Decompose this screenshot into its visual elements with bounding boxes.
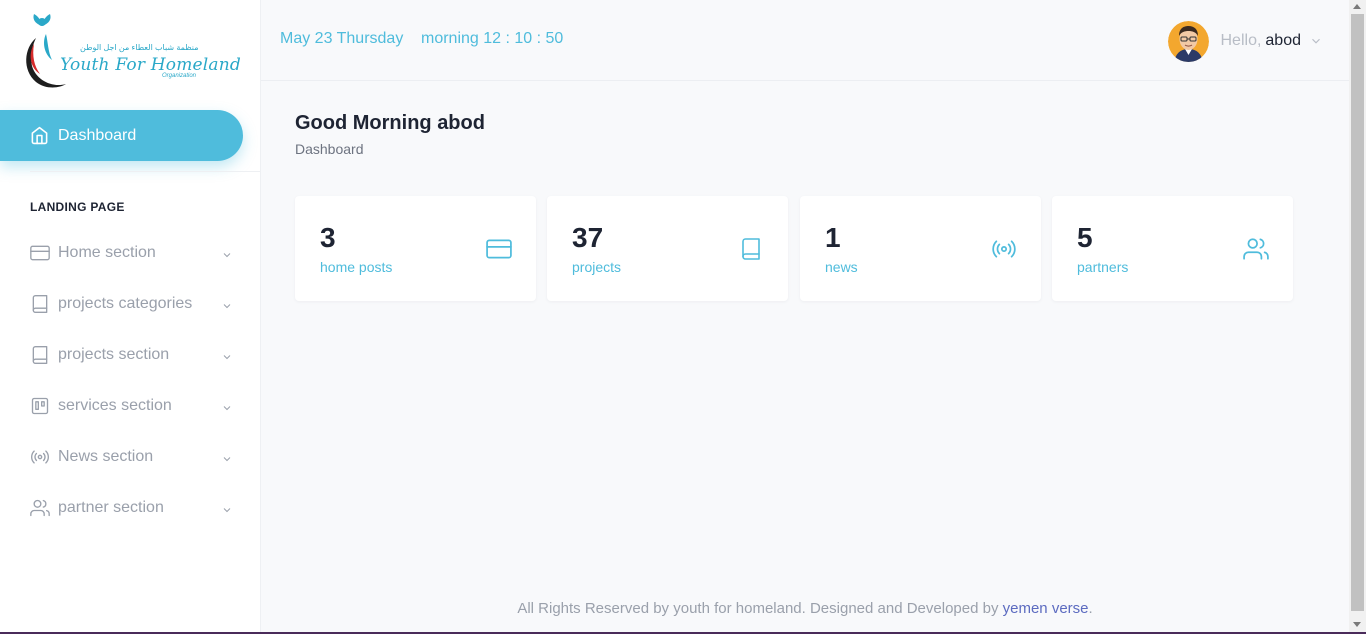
sidebar-item-dashboard[interactable]: Dashboard xyxy=(0,110,243,161)
logo-subtitle: Organization xyxy=(162,73,197,79)
footer-text: All Rights Reserved by youth for homelan… xyxy=(517,600,999,617)
users-icon xyxy=(1243,236,1269,262)
sidebar-item-projects-section[interactable]: projects section xyxy=(0,329,261,380)
header-date: May 23 Thursday xyxy=(280,30,404,47)
sidebar-item-label: Dashboard xyxy=(58,126,137,144)
user-menu[interactable]: Hello, abod xyxy=(1167,20,1324,62)
chevron-down-icon xyxy=(223,354,231,359)
user-name: abod xyxy=(1265,32,1301,49)
chevron-down-icon xyxy=(223,252,231,257)
avatar[interactable] xyxy=(1167,20,1209,62)
chevron-down-icon xyxy=(223,507,231,512)
stat-value: 5 xyxy=(1077,222,1093,253)
book-icon xyxy=(30,345,50,365)
sidebar-item-partner-section[interactable]: partner section xyxy=(0,482,261,533)
stat-label: partners xyxy=(1077,259,1129,275)
sidebar-item-label: services section xyxy=(58,396,172,414)
scrollbar-thumb[interactable] xyxy=(1351,14,1364,611)
book-icon xyxy=(738,236,764,262)
credit-card-icon xyxy=(486,236,512,262)
header-clock: morning 12 : 10 : 50 xyxy=(421,30,564,47)
sidebar-item-label: projects categories xyxy=(58,294,193,312)
stat-card-partners[interactable]: 5 partners xyxy=(1052,196,1293,301)
book-icon xyxy=(30,294,50,314)
sidebar-item-label: Home section xyxy=(58,243,156,261)
top-header: May 23 Thursday morning 12 : 10 : 50 Hel… xyxy=(261,0,1349,81)
stat-label: news xyxy=(825,259,858,275)
sidebar-section-heading: LANDING PAGE xyxy=(30,200,125,214)
stat-label: projects xyxy=(572,259,622,275)
sidebar-menu: Home section projects categories project… xyxy=(0,227,261,533)
radio-icon xyxy=(30,447,50,467)
stat-card-home-posts[interactable]: 3 home posts xyxy=(295,196,536,301)
scroll-down-arrow-icon[interactable] xyxy=(1353,622,1361,627)
sidebar-item-label: News section xyxy=(58,447,154,465)
radio-icon xyxy=(991,236,1017,262)
sidebar-item-projects-categories[interactable]: projects categories xyxy=(0,278,261,329)
stat-value: 1 xyxy=(825,222,841,253)
home-icon xyxy=(31,126,48,145)
page-footer: All Rights Reserved by youth for homelan… xyxy=(261,600,1349,617)
brand-logo[interactable]: منظمة شباب العطاء من اجل الوطن Youth For… xyxy=(22,8,241,94)
sidebar-item-label: partner section xyxy=(58,498,164,516)
vertical-scrollbar[interactable] xyxy=(1349,0,1366,634)
logo-emblem-icon xyxy=(26,14,66,88)
logo-arabic-text: منظمة شباب العطاء من اجل الوطن xyxy=(80,43,199,52)
logo-wordmark: Youth For Homeland xyxy=(60,55,241,75)
page-title: Good Morning abod xyxy=(295,112,485,134)
trello-icon xyxy=(30,396,50,416)
stat-card-news[interactable]: 1 news xyxy=(800,196,1041,301)
sidebar-divider xyxy=(30,171,261,172)
chevron-down-icon xyxy=(223,405,231,410)
stat-value: 37 xyxy=(572,222,604,253)
credit-card-icon xyxy=(30,243,50,263)
sidebar-item-label: projects section xyxy=(58,345,170,363)
sidebar-item-news-section[interactable]: News section xyxy=(0,431,261,482)
chevron-down-icon xyxy=(223,456,231,461)
sidebar-item-services-section[interactable]: services section xyxy=(0,380,261,431)
users-icon xyxy=(30,498,50,518)
footer-end: . xyxy=(1088,600,1093,617)
scroll-up-arrow-icon[interactable] xyxy=(1353,4,1361,9)
stat-label: home posts xyxy=(320,259,393,275)
user-greeting: Hello, xyxy=(1220,32,1262,49)
chevron-down-icon xyxy=(223,303,231,308)
sidebar-item-home-section[interactable]: Home section xyxy=(0,227,261,278)
sidebar: منظمة شباب العطاء من اجل الوطن Youth For… xyxy=(0,0,261,634)
stat-card-projects[interactable]: 37 projects xyxy=(547,196,788,301)
stat-value: 3 xyxy=(320,222,336,253)
footer-link[interactable]: yemen verse xyxy=(1003,600,1089,617)
breadcrumb: Dashboard xyxy=(295,141,364,157)
chevron-down-icon[interactable] xyxy=(1309,34,1323,48)
